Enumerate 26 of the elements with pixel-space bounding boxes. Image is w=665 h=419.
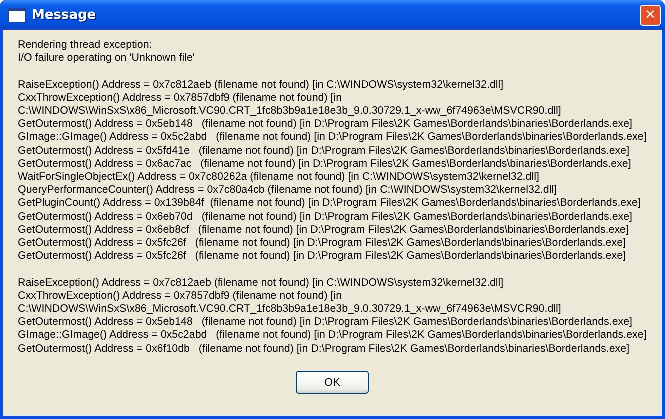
message-line: GImage::GImage() Address = 0x5c2abd (filename not found) [in D:\Program Files\2K Games\Borderlands\binaries\Borderlands.exe] [18,131,648,145]
message-line: I/O failure operating on 'Unknown file' [18,52,196,66]
window-icon [8,8,26,22]
message-line: CxxThrowException() Address = 0x7857dbf9 (filename not found) [in [18,92,344,105]
message-line: Rendering thread exception: [18,39,154,52]
message-line: GetOutermost() Address = 0x6ac7ac (filename not found) [in D:\Program Files\2K Games\Borderlands\binaries\Borderlands.exe] [18,158,632,172]
message-line: QueryPerformanceCounter() Address = 0x7c80a4cb (filename not found) [in C:\WINDOWS\system32\kernel32.dll] [18,184,558,198]
message-line: C:\WINDOWS\WinSxS\x86_Microsoft.VC90.CRT_1fc8b3b9a1e18e3b_9.0.30729.1_x-ww_6f74963e\MSVCR90.dll] [18,105,562,118]
message-line: GetPluginCount() Address = 0x139b84f (filename not found) [in D:\Program Files\2K Games\Borderlands\binaries\Borderlands.exe] [18,197,642,211]
message-line: CxxThrowException() Address = 0x7857dbf9 (filename not found) [in [18,290,344,304]
message-line: GetOutermost() Address = 0x5fc26f (filename not found) [in D:\Program Files\2K Games\Borderlands\binaries\Borderlands.exe] [18,250,627,264]
message-line: GetOutermost() Address = 0x6f10db (filename not found) [in D:\Program Files\2K Games\Borderlands\binaries\Borderlands.exe] [18,342,631,356]
message-line: GetOutermost() Address = 0x5fd41e (filename not found) [in D:\Program Files\2K Games\Borderlands\binaries\Borderlands.exe] [18,144,631,158]
message-line: RaiseException() Address = 0x7c812aeb (filename not found) [in C:\WINDOWS\system32\kernel32.dll] [18,276,505,290]
message-line: WaitForSingleObjectEx() Address = 0x7c80262a (filename not found) [in C:\WINDOWS\system32\kernel32.dll] [18,171,540,184]
message-line: GetOutermost() Address = 0x6eb8cf (filename not found) [in D:\Program Files\2K Games\Borderlands\binaries\Borderlands.exe] [18,224,630,238]
message-line: GetOutermost() Address = 0x5eb148 (filename not found) [in D:\Program Files\2K Games\Borderlands\binaries\Borderlands.exe] [18,118,634,132]
message-line: GImage::GImage() Address = 0x5c2abd (filename not found) [in D:\Program Files\2K Games\Borderlands\binaries\Borderlands.exe] [18,329,648,343]
message-line: C:\WINDOWS\WinSxS\x86_Microsoft.VC90.CRT_1fc8b3b9a1e18e3b_9.0.30729.1_x-ww_6f74963e\MSVCR90.dll] [18,303,562,316]
message-line: GetOutermost() Address = 0x5eb148 (filename not found) [in D:\Program Files\2K Games\Borderlands\binaries\Borderlands.exe] [18,316,634,330]
message-line: GetOutermost() Address = 0x5fc26f (filename not found) [in D:\Program Files\2K Games\Borderlands\binaries\Borderlands.exe] [18,237,627,250]
ok-button[interactable]: OK [296,371,369,394]
message-line: RaiseException() Address = 0x7c812aeb (filename not found) [in C:\WINDOWS\system32\kernel32.dll] [18,78,505,92]
close-button[interactable]: ✕ [640,4,661,26]
message-line: GetOutermost() Address = 0x6eb70d (filename not found) [in D:\Program Files\2K Games\Borderlands\binaries\Borderlands.exe] [18,210,634,224]
window-title: Message [32,8,96,22]
